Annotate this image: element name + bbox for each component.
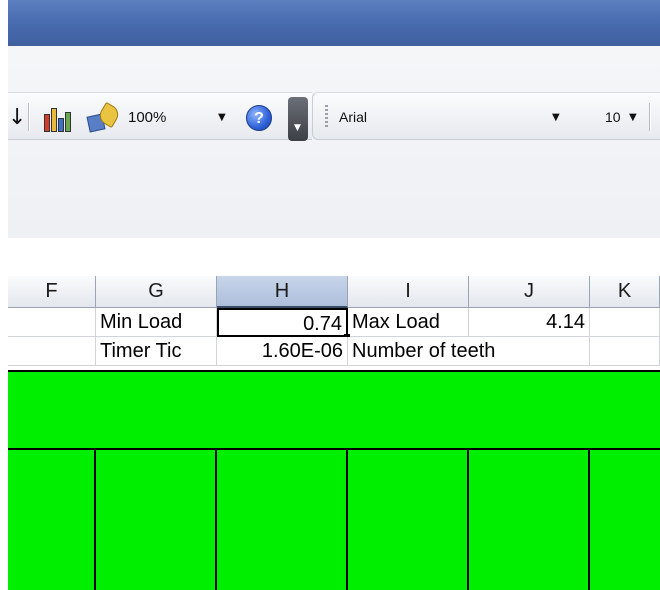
chart-wizard-icon[interactable] bbox=[42, 104, 72, 132]
cell-f1[interactable] bbox=[8, 308, 96, 337]
font-size-value: 10 bbox=[605, 109, 621, 125]
column-header-i[interactable]: I bbox=[348, 276, 469, 308]
help-icon[interactable]: ? bbox=[246, 105, 272, 131]
cell-g2[interactable]: Timer Tic bbox=[96, 337, 217, 366]
green-filled-range[interactable] bbox=[8, 370, 660, 590]
column-header-f[interactable]: F bbox=[8, 276, 96, 308]
toolbar-area bbox=[8, 46, 660, 238]
cell-border-vertical bbox=[588, 450, 590, 590]
zoom-dropdown[interactable]: 100% bbox=[126, 103, 206, 133]
standard-formatting-toolbar: ↓ 100% ▼ ? ▼ Arial ▼ 10 ▼ bbox=[8, 90, 660, 142]
cell-border-vertical bbox=[467, 450, 469, 590]
cell-f2[interactable] bbox=[8, 337, 96, 366]
sort-arrow-icon[interactable]: ↓ bbox=[8, 105, 26, 130]
drawing-icon[interactable] bbox=[86, 101, 122, 133]
toolbar-grip[interactable] bbox=[325, 105, 328, 129]
column-header-g[interactable]: G bbox=[96, 276, 217, 308]
cell-j1[interactable]: 4.14 bbox=[469, 308, 590, 337]
formatting-toolbar: Arial ▼ 10 ▼ bbox=[312, 92, 660, 140]
cell-h1-selected[interactable]: 0.74 bbox=[217, 308, 348, 337]
column-header-j[interactable]: J bbox=[469, 276, 590, 308]
toolbar-options-icon: ▼ bbox=[294, 123, 301, 133]
cell-i1[interactable]: Max Load bbox=[348, 308, 469, 337]
column-header-k[interactable]: K bbox=[590, 276, 660, 308]
toolbar-separator bbox=[649, 103, 651, 131]
cell-border-vertical bbox=[346, 450, 348, 590]
cell-k2[interactable] bbox=[590, 337, 660, 366]
zoom-value: 100% bbox=[128, 109, 167, 126]
cell-border-vertical bbox=[215, 450, 217, 590]
cell-border-vertical bbox=[94, 450, 96, 590]
cell-h2[interactable]: 1.60E-06 bbox=[217, 337, 348, 366]
spreadsheet-grid: F G H I J K Min Load 0.74 Max Load 4.14 … bbox=[8, 276, 660, 590]
cell-g1[interactable]: Min Load bbox=[96, 308, 217, 337]
cell-i2[interactable]: Number of teeth bbox=[348, 337, 590, 366]
toolbar-separator bbox=[28, 103, 30, 131]
column-header-h[interactable]: H bbox=[217, 276, 348, 308]
standard-toolbar: ↓ 100% ▼ ? ▼ bbox=[8, 92, 312, 141]
font-size-dropdown-arrow-icon[interactable]: ▼ bbox=[629, 103, 637, 133]
window-title-bar bbox=[8, 0, 660, 46]
font-name-value: Arial bbox=[339, 109, 368, 125]
font-name-dropdown-arrow-icon[interactable]: ▼ bbox=[552, 103, 560, 133]
cell-border-horizontal bbox=[8, 448, 660, 450]
cell-k1[interactable] bbox=[590, 308, 660, 337]
zoom-dropdown-arrow-icon[interactable]: ▼ bbox=[218, 103, 226, 133]
toolbar-options-button[interactable]: ▼ bbox=[288, 97, 308, 141]
